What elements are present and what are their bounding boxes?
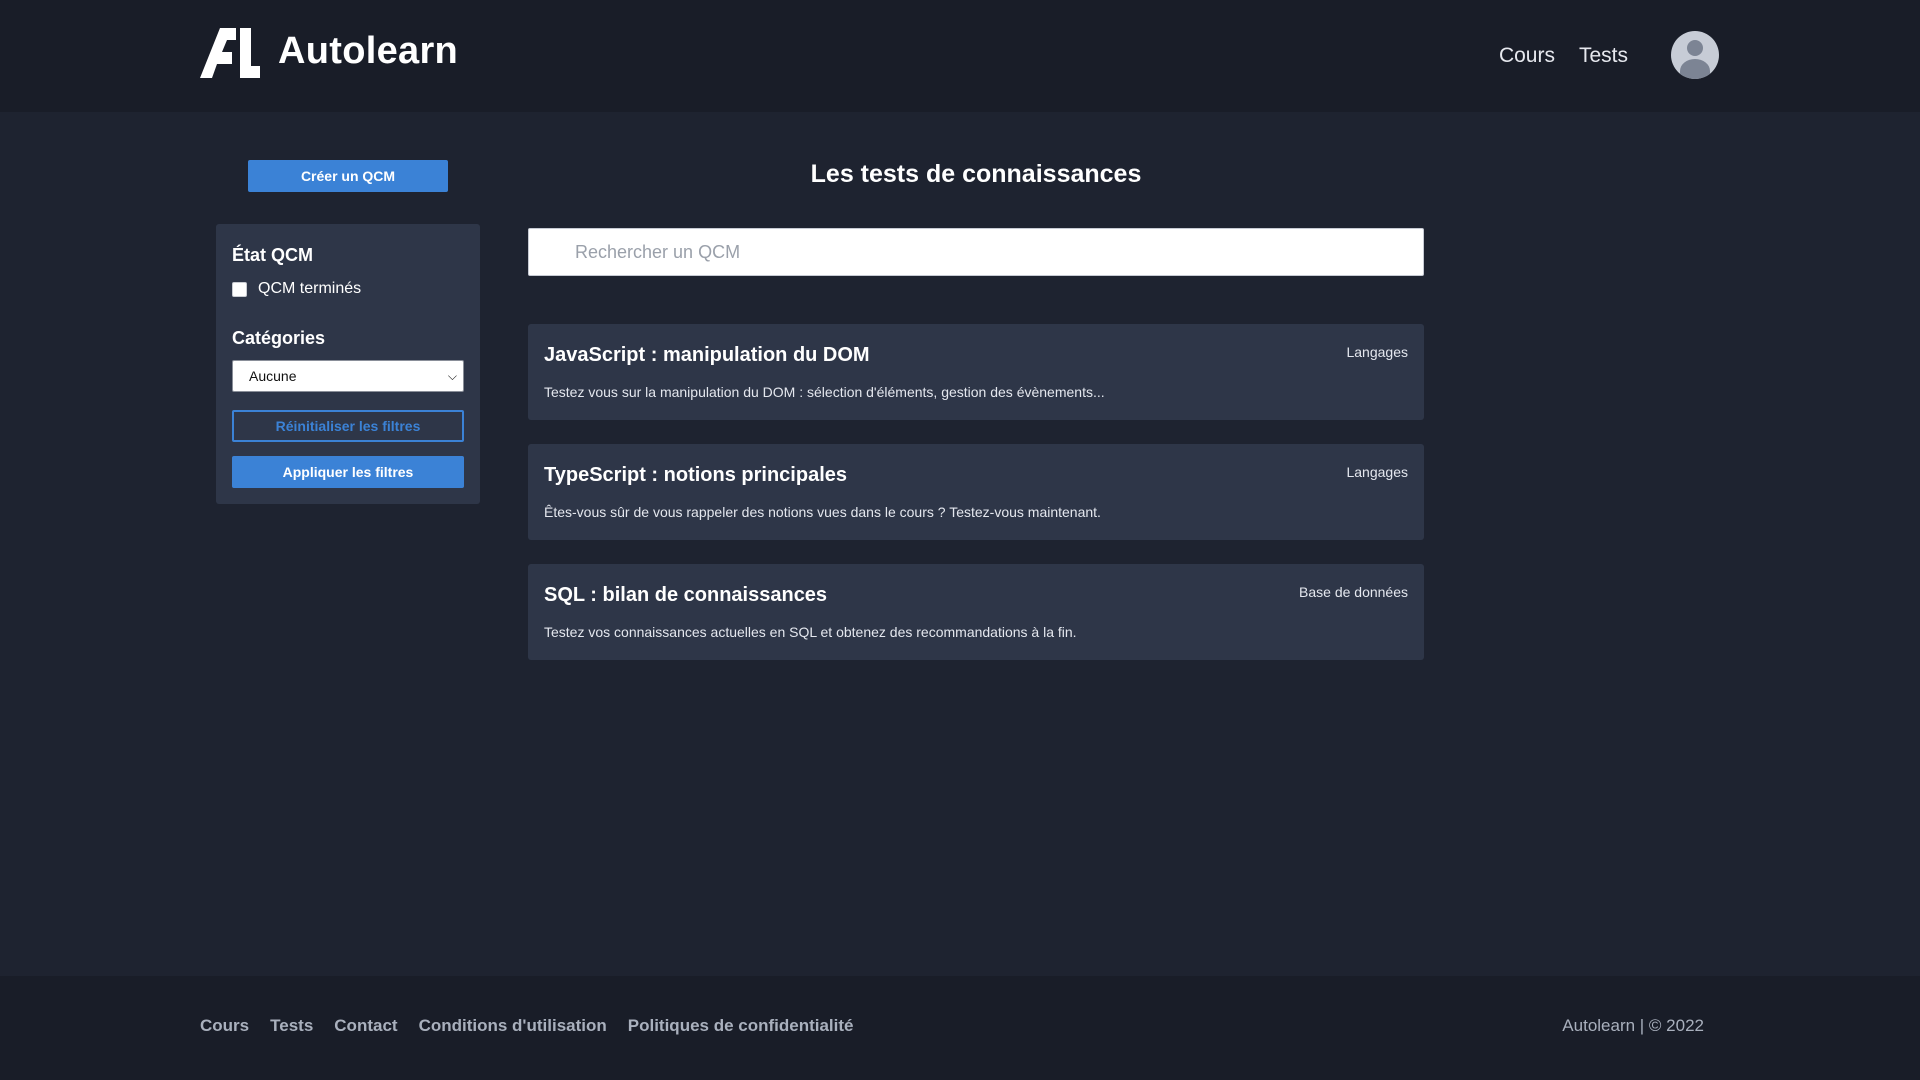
completed-checkbox-label[interactable]: QCM terminés [258,280,361,298]
avatar-head-shape [1687,40,1703,56]
qcm-card-title[interactable]: SQL : bilan de connaissances [544,584,827,607]
footer-links: Cours Tests Contact Conditions d'utilisa… [200,1016,875,1036]
qcm-card-description: Testez vous sur la manipulation du DOM :… [544,384,1105,400]
page-title: Les tests de connaissances [810,160,1142,188]
user-avatar-icon[interactable] [1671,31,1719,79]
footer-link-terms[interactable]: Conditions d'utilisation [419,1016,607,1036]
footer-link-privacy[interactable]: Politiques de confidentialité [628,1016,854,1036]
site-header: Autolearn Cours Tests [0,0,1920,112]
completed-filter-row[interactable]: QCM terminés [232,280,361,298]
autolearn-logo-icon [200,28,260,78]
brand-name: Autolearn [278,30,459,72]
logo[interactable]: Autolearn [200,28,458,78]
completed-checkbox[interactable] [232,281,247,297]
qcm-card-title[interactable]: JavaScript : manipulation du DOM [544,344,870,367]
nav-link-tests[interactable]: Tests [1579,34,1628,78]
category-select[interactable]: Aucune ⌵ [232,360,464,392]
search-field[interactable] [528,228,1424,276]
nav-link-cours[interactable]: Cours [1499,34,1555,78]
footer-link-tests[interactable]: Tests [270,1016,313,1036]
category-select-value: Aucune [249,368,297,384]
footer-link-contact[interactable]: Contact [334,1016,397,1036]
qcm-card[interactable]: JavaScript : manipulation du DOM Langage… [528,324,1424,420]
main-nav: Cours Tests [1475,34,1628,78]
footer-link-cours[interactable]: Cours [200,1016,249,1036]
qcm-card-description: Testez vos connaissances actuelles en SQ… [544,624,1077,640]
chevron-down-icon: ⌵ [447,369,457,383]
search-input[interactable] [529,229,1423,275]
qcm-card-category: Base de données [1299,584,1408,600]
reset-filters-button[interactable]: Réinitialiser les filtres [232,410,464,442]
avatar-body-shape [1680,59,1710,79]
site-footer: Cours Tests Contact Conditions d'utilisa… [0,976,1920,1080]
copyright-text: Autolearn | © 2022 [1562,1016,1704,1035]
qcm-card[interactable]: SQL : bilan de connaissances Base de don… [528,564,1424,660]
filter-panel: État QCM QCM terminés Catégories Aucune … [216,224,480,504]
categories-section-title: Catégories [232,328,326,348]
qcm-card-title[interactable]: TypeScript : notions principales [544,464,847,487]
qcm-card-description: Êtes-vous sûr de vous rappeler des notio… [544,504,1101,520]
apply-filters-button[interactable]: Appliquer les filtres [232,456,464,488]
state-section-title: État QCM [232,245,313,265]
qcm-card-category: Langages [1346,344,1408,360]
create-qcm-button[interactable]: Créer un QCM [248,160,448,192]
qcm-card[interactable]: TypeScript : notions principales Langage… [528,444,1424,540]
qcm-card-category: Langages [1346,464,1408,480]
